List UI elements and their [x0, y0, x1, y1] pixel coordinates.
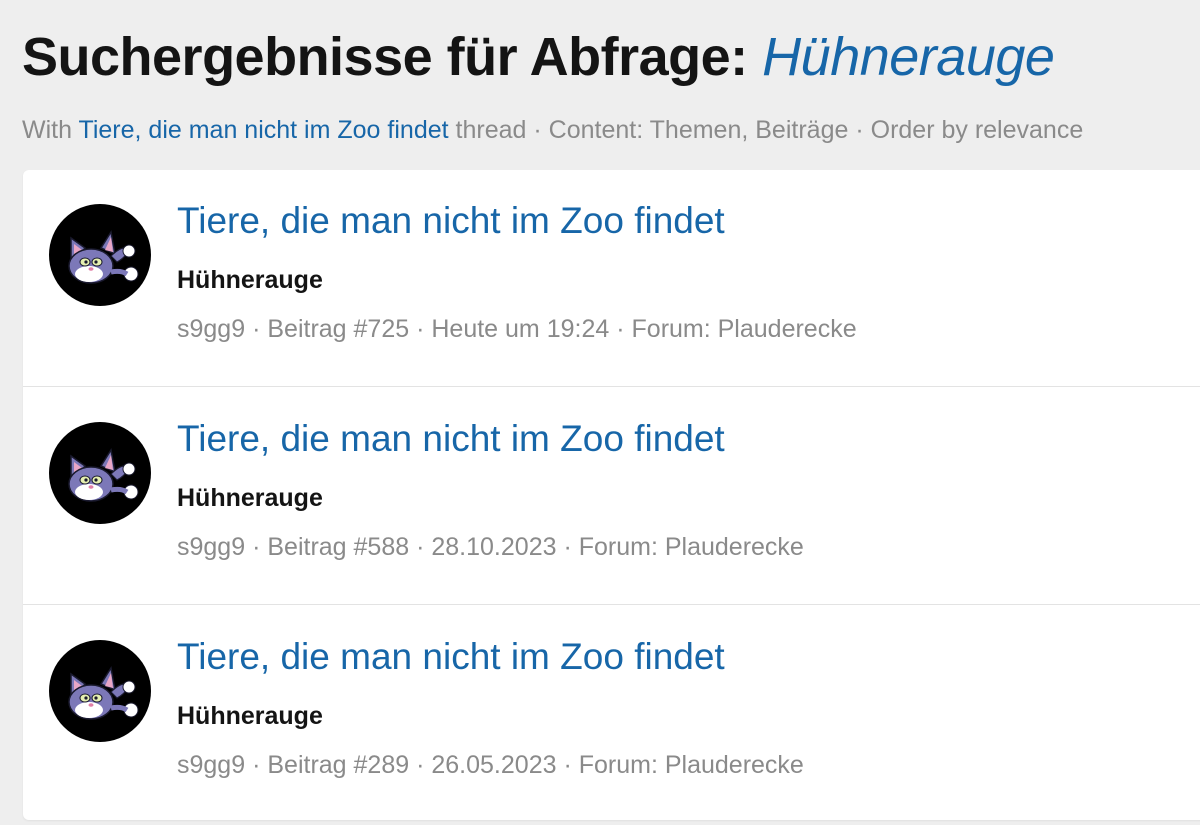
cat-avatar-icon [68, 229, 139, 284]
avatar[interactable] [49, 204, 151, 306]
separator: · [416, 315, 425, 343]
result-title-link[interactable]: Tiere, die man nicht im Zoo findet [177, 636, 725, 678]
search-query: Hühnerauge [762, 27, 1055, 87]
page-title-prefix: Suchergebnisse für Abfrage: [22, 27, 748, 87]
post-date: 28.10.2023 [431, 533, 557, 561]
separator: · [533, 116, 542, 144]
result-snippet: Hühnerauge [177, 702, 323, 730]
separator: · [252, 533, 261, 561]
result-snippet: Hühnerauge [177, 266, 323, 294]
avatar[interactable] [49, 422, 151, 524]
filter-order: Order by relevance [870, 116, 1084, 144]
filter-with-label: With [22, 116, 72, 144]
filter-content: Content: Themen, Beiträge [548, 116, 849, 144]
post-link[interactable]: Beitrag #725 [267, 315, 409, 343]
cat-avatar-icon [68, 665, 139, 720]
cat-avatar-icon [68, 447, 139, 502]
post-date: Heute um 19:24 [431, 315, 610, 343]
divider [23, 386, 1200, 387]
result-item: Tiere, die man nicht im Zoo findet Hühne… [23, 606, 1200, 820]
search-results-page: Suchergebnisse für Abfrage: Hühnerauge W… [0, 0, 1200, 825]
forum-link[interactable]: Forum: Plauderecke [579, 751, 804, 779]
result-meta: s9gg9 · Beitrag #588 · 28.10.2023 · Foru… [177, 533, 804, 562]
results-list: Tiere, die man nicht im Zoo findet Hühne… [23, 170, 1200, 820]
result-meta: s9gg9 · Beitrag #289 · 26.05.2023 · Foru… [177, 751, 804, 780]
author-link[interactable]: s9gg9 [177, 533, 245, 561]
separator: · [563, 751, 572, 779]
separator: · [416, 751, 425, 779]
separator: · [616, 315, 625, 343]
author-link[interactable]: s9gg9 [177, 751, 245, 779]
author-link[interactable]: s9gg9 [177, 315, 245, 343]
forum-link[interactable]: Forum: Plauderecke [632, 315, 857, 343]
separator: · [563, 533, 572, 561]
separator: · [252, 751, 261, 779]
search-filter-info: With Tiere, die man nicht im Zoo findet … [22, 116, 1083, 145]
post-link[interactable]: Beitrag #289 [267, 751, 409, 779]
separator: · [416, 533, 425, 561]
result-title-link[interactable]: Tiere, die man nicht im Zoo findet [177, 200, 725, 242]
result-meta: s9gg9 · Beitrag #725 · Heute um 19:24 · … [177, 315, 857, 344]
post-link[interactable]: Beitrag #588 [267, 533, 409, 561]
page-title: Suchergebnisse für Abfrage: Hühnerauge [22, 26, 1055, 88]
post-date: 26.05.2023 [431, 751, 557, 779]
separator: · [855, 116, 864, 144]
divider [23, 604, 1200, 605]
result-item: Tiere, die man nicht im Zoo findet Hühne… [23, 388, 1200, 605]
forum-link[interactable]: Forum: Plauderecke [579, 533, 804, 561]
result-snippet: Hühnerauge [177, 484, 323, 512]
filter-thread-label: thread [455, 116, 527, 144]
result-item: Tiere, die man nicht im Zoo findet Hühne… [23, 170, 1200, 387]
filter-thread-link[interactable]: Tiere, die man nicht im Zoo findet [79, 116, 449, 144]
separator: · [252, 315, 261, 343]
result-title-link[interactable]: Tiere, die man nicht im Zoo findet [177, 418, 725, 460]
avatar[interactable] [49, 640, 151, 742]
